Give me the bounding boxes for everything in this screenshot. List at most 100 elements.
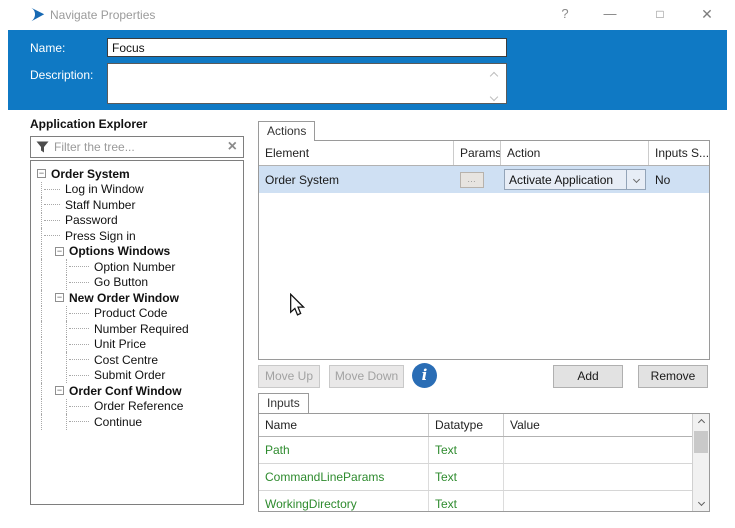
cell-input-value[interactable] <box>504 464 692 490</box>
cell-input-value[interactable] <box>504 437 692 463</box>
move-up-button[interactable]: Move Up <box>258 365 320 388</box>
scrollbar-thumb[interactable] <box>694 431 708 453</box>
inputs-row-path[interactable]: Path Text <box>259 437 692 464</box>
tree-item-label: New Order Window <box>69 290 179 305</box>
tree-item-staff-number[interactable]: Staff Number <box>31 197 243 213</box>
inputs-table: Name Datatype Value Path Text CommandLin… <box>259 414 692 511</box>
tree-item-label: Cost Centre <box>94 352 159 367</box>
actions-table-header: Element Params Action Inputs S... <box>259 141 709 166</box>
cell-action: Activate Application <box>501 166 649 193</box>
params-ellipsis-button[interactable]: … <box>460 171 484 188</box>
tree-expander-icon[interactable]: − <box>55 386 64 396</box>
cell-input-datatype: Text <box>429 491 504 511</box>
tree-item-label: Staff Number <box>65 197 136 212</box>
description-label: Description: <box>30 68 94 82</box>
tree-filter-input[interactable] <box>54 140 228 154</box>
column-header-name: Name <box>259 414 429 436</box>
name-label: Name: <box>30 41 66 55</box>
tree-item-label: Unit Price <box>94 337 147 352</box>
info-icon[interactable]: i <box>412 363 437 388</box>
tab-actions[interactable]: Actions <box>258 121 316 141</box>
blueprism-logo-icon <box>31 7 45 22</box>
tree-item-label: Press Sign in <box>65 228 136 243</box>
application-tree: − Order System Log in Window Staff Numbe… <box>30 160 244 505</box>
tab-inputs[interactable]: Inputs <box>258 393 309 413</box>
mouse-cursor <box>290 293 305 316</box>
tree-item-new-order-window[interactable]: − New Order Window <box>31 290 243 306</box>
tree-expander-icon[interactable]: − <box>37 169 46 179</box>
column-header-action: Action <box>501 141 649 165</box>
description-textarea[interactable] <box>107 63 507 104</box>
scroll-down-icon[interactable] <box>489 89 503 102</box>
tree-item-option-number[interactable]: Option Number <box>31 259 243 275</box>
clear-filter-icon[interactable]: × <box>228 139 237 155</box>
inputs-table-header: Name Datatype Value <box>259 414 692 437</box>
minimize-icon[interactable]: — <box>601 5 619 23</box>
tree-item-submit-order[interactable]: Submit Order <box>31 367 243 383</box>
tree-item-order-conf-window[interactable]: − Order Conf Window <box>31 383 243 399</box>
cell-input-datatype: Text <box>429 464 504 490</box>
tree-item-label: Log in Window <box>65 182 144 197</box>
scroll-down-icon[interactable] <box>693 495 709 510</box>
column-header-datatype: Datatype <box>429 414 504 436</box>
tree-item-number-required[interactable]: Number Required <box>31 321 243 337</box>
application-explorer-title: Application Explorer <box>30 117 148 131</box>
tree-item-cost-centre[interactable]: Cost Centre <box>31 352 243 368</box>
actions-panel: Element Params Action Inputs S... Order … <box>258 140 710 360</box>
column-header-element: Element <box>259 141 454 165</box>
move-down-button[interactable]: Move Down <box>329 365 404 388</box>
tree-item-label: Order Conf Window <box>69 383 182 398</box>
tree-item-press-sign-in[interactable]: Press Sign in <box>31 228 243 244</box>
cell-inputs-set: No <box>655 172 671 187</box>
tree-expander-icon[interactable]: − <box>55 246 64 256</box>
maximize-icon[interactable]: □ <box>651 5 669 23</box>
help-icon[interactable]: ? <box>556 5 574 23</box>
cell-input-name: CommandLineParams <box>259 464 429 490</box>
cell-input-name: WorkingDirectory <box>259 491 429 511</box>
tree-item-label: Product Code <box>94 306 168 321</box>
column-header-value: Value <box>510 418 540 432</box>
scroll-up-icon[interactable] <box>489 68 503 81</box>
tree-item-options-windows[interactable]: − Options Windows <box>31 243 243 259</box>
tree-item-password[interactable]: Password <box>31 212 243 228</box>
actions-table-row[interactable]: Order System … Activate Application No <box>259 166 709 193</box>
action-dropdown-value: Activate Application <box>509 172 614 187</box>
tree-item-order-reference[interactable]: Order Reference <box>31 398 243 414</box>
inputs-scrollbar[interactable] <box>692 414 709 511</box>
inputs-row-commandlineparams[interactable]: CommandLineParams Text <box>259 464 692 491</box>
inputs-panel: Name Datatype Value Path Text CommandLin… <box>258 413 710 512</box>
navigate-properties-dialog: Navigate Properties ? — □ ✕ Name: Descri… <box>0 0 735 528</box>
tree-item-product-code[interactable]: Product Code <box>31 305 243 321</box>
tree-item-label: Order System <box>51 166 130 181</box>
tree-item-label: Submit Order <box>94 368 166 383</box>
cell-input-name: Path <box>259 437 429 463</box>
tree-item-label: Options Windows <box>69 244 171 259</box>
cell-element: Order System <box>265 172 340 187</box>
tree-item-go-button[interactable]: Go Button <box>31 274 243 290</box>
tree-item-label: Order Reference <box>94 399 184 414</box>
cell-params: … <box>454 166 501 193</box>
tree-item-continue[interactable]: Continue <box>31 414 243 430</box>
chevron-down-icon[interactable] <box>626 170 645 189</box>
title-bar: Navigate Properties ? — □ ✕ <box>0 0 735 28</box>
tree-filter-box: × <box>30 136 244 158</box>
remove-button[interactable]: Remove <box>638 365 708 388</box>
tree-item-order-system[interactable]: − Order System <box>31 166 243 182</box>
column-header-inputs-set: Inputs S... <box>655 146 709 160</box>
tree-item-label: Number Required <box>94 321 189 336</box>
tree-item-label: Password <box>65 213 118 228</box>
tree-item-label: Go Button <box>94 275 149 290</box>
filter-funnel-icon <box>36 141 49 153</box>
properties-header: Name: Description: <box>8 30 727 110</box>
add-button[interactable]: Add <box>553 365 623 388</box>
inputs-row-workingdirectory[interactable]: WorkingDirectory Text <box>259 491 692 511</box>
action-dropdown[interactable]: Activate Application <box>504 169 646 190</box>
close-icon[interactable]: ✕ <box>698 5 716 23</box>
scroll-up-icon[interactable] <box>693 415 709 430</box>
tree-item-label: Continue <box>94 414 143 429</box>
cell-input-value[interactable] <box>504 491 692 511</box>
tree-item-unit-price[interactable]: Unit Price <box>31 336 243 352</box>
tree-item-log-in-window[interactable]: Log in Window <box>31 181 243 197</box>
name-input[interactable] <box>107 38 507 57</box>
tree-expander-icon[interactable]: − <box>55 293 64 303</box>
